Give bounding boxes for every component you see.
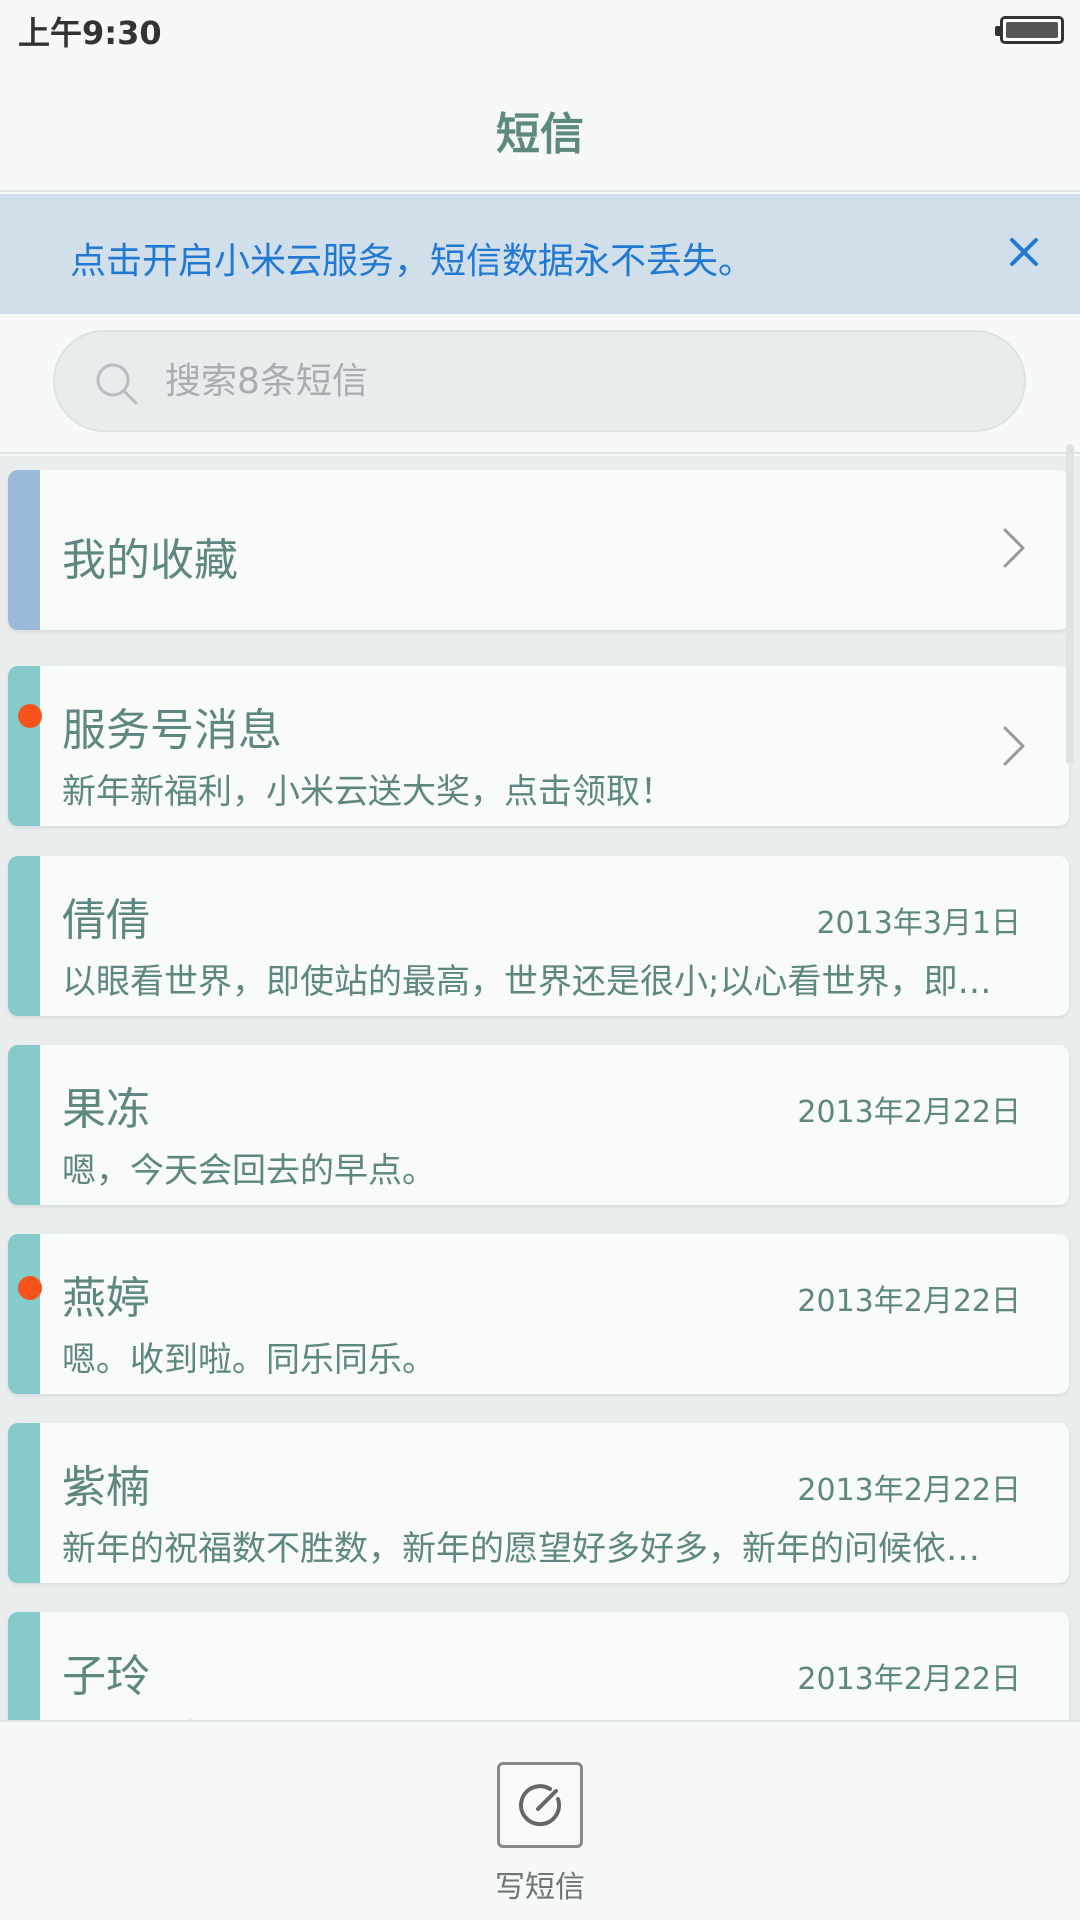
compose-button[interactable] [497, 1762, 583, 1848]
unread-dot [18, 1276, 42, 1300]
chevron-right-icon [1003, 528, 1025, 568]
banner-text[interactable]: 点击开启小米云服务，短信数据永不丢失。 [70, 232, 754, 284]
list-item[interactable]: 倩倩 2013年3月1日 以眼看世界，即使站的最高，世界还是很小;以心看世界，即… [8, 856, 1069, 1016]
title-bar: 短信 [0, 60, 1080, 192]
search-area [0, 314, 1080, 454]
list-item[interactable]: 燕婷 2013年2月22日 嗯。收到啦。同乐同乐。 [8, 1234, 1069, 1394]
message-snippet: 10分想念9别的你，8张照片7张是你，6只小狗5只像你，4… [62, 1710, 1026, 1720]
message-date: 2013年3月1日 [816, 906, 1021, 941]
compose-icon [519, 1784, 562, 1827]
status-bar: 上午9:30 [0, 0, 1080, 60]
contact-name: 燕婷 [62, 1273, 150, 1324]
cloud-service-banner[interactable]: 点击开启小米云服务，短信数据永不丢失。 [0, 194, 1080, 314]
search-box[interactable] [53, 330, 1026, 432]
contact-name: 子玲 [62, 1651, 150, 1702]
contact-name: 紫楠 [62, 1462, 150, 1513]
close-icon[interactable] [994, 222, 1054, 282]
page-title: 短信 [496, 109, 584, 160]
list-item[interactable]: 服务号消息 新年新福利，小米云送大奖，点击领取！ [8, 666, 1069, 826]
status-time: 上午9:30 [18, 14, 162, 52]
favorites-item[interactable]: 我的收藏 [8, 470, 1069, 630]
card-stripe [8, 1612, 40, 1720]
card-stripe [8, 1234, 40, 1394]
favorites-label: 我的收藏 [62, 535, 238, 586]
conversation-list[interactable]: 我的收藏 服务号消息 新年新福利，小米云送大奖，点击领取！ 倩倩 2013年3月… [0, 456, 1080, 1720]
contact-name: 服务号消息 [62, 705, 282, 756]
unread-dot [18, 704, 42, 728]
message-snippet: 嗯。收到啦。同乐同乐。 [62, 1340, 436, 1380]
chevron-right-icon [1003, 726, 1025, 766]
search-input[interactable] [165, 332, 965, 430]
message-date: 2013年2月22日 [797, 1284, 1021, 1319]
bottom-bar: 写短信 [0, 1720, 1080, 1920]
message-snippet: 嗯，今天会回去的早点。 [62, 1151, 436, 1191]
search-icon [96, 363, 138, 405]
list-item[interactable]: 紫楠 2013年2月22日 新年的祝福数不胜数，新年的愿望好多好多，新年的问候依… [8, 1423, 1069, 1583]
card-stripe [8, 666, 40, 826]
scrollbar[interactable] [1066, 444, 1074, 764]
compose-label[interactable]: 写短信 [0, 1862, 1080, 1906]
message-snippet: 以眼看世界，即使站的最高，世界还是很小;以心看世界，即… [62, 962, 992, 1002]
battery-icon [995, 16, 1064, 44]
card-stripe [8, 1045, 40, 1205]
message-date: 2013年2月22日 [797, 1473, 1021, 1508]
contact-name: 倩倩 [62, 895, 150, 946]
message-date: 2013年2月22日 [797, 1095, 1021, 1130]
contact-name: 果冻 [62, 1084, 150, 1135]
message-date: 2013年2月22日 [797, 1662, 1021, 1697]
message-snippet: 新年的祝福数不胜数，新年的愿望好多好多，新年的问候依… [62, 1529, 980, 1569]
card-stripe [8, 1423, 40, 1583]
card-stripe [8, 856, 40, 1016]
list-item[interactable]: 子玲 2013年2月22日 10分想念9别的你，8张照片7张是你，6只小狗5只像… [8, 1612, 1069, 1720]
message-snippet: 新年新福利，小米云送大奖，点击领取！ [62, 772, 674, 812]
list-item[interactable]: 果冻 2013年2月22日 嗯，今天会回去的早点。 [8, 1045, 1069, 1205]
card-stripe [8, 470, 40, 630]
